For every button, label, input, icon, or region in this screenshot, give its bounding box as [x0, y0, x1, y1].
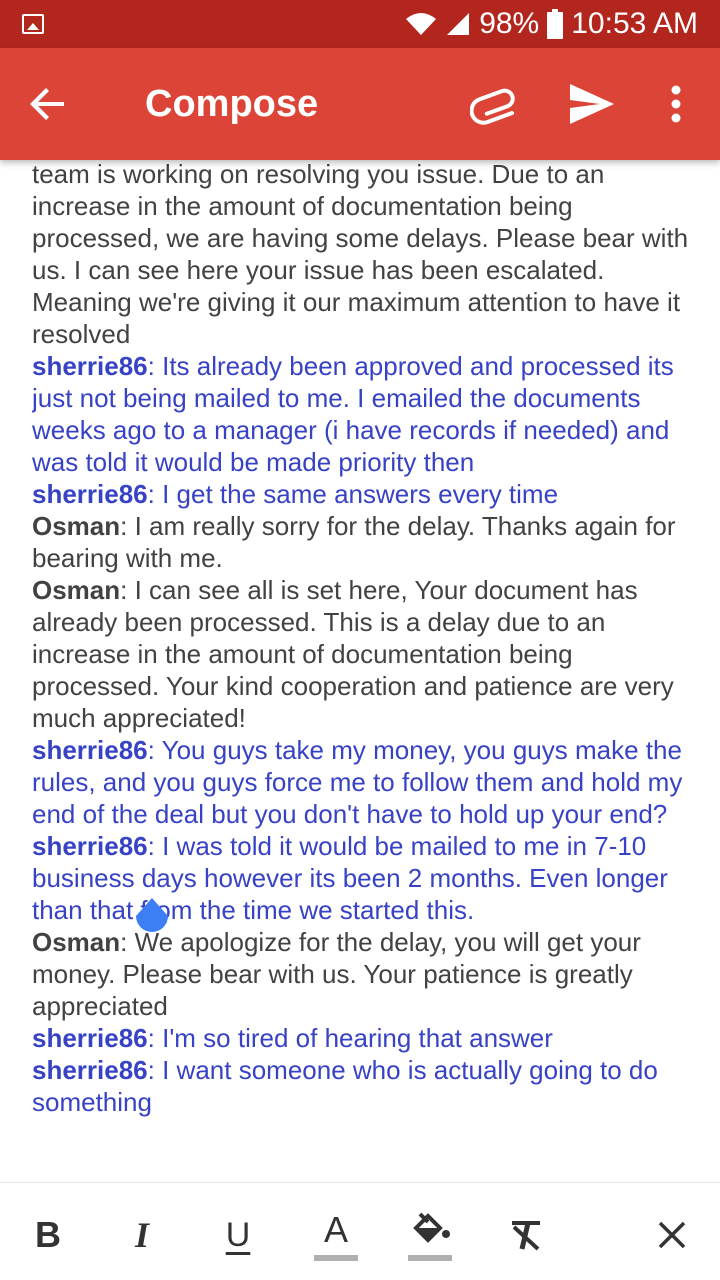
- close-icon: [658, 1221, 686, 1249]
- send-icon[interactable]: [566, 78, 618, 130]
- fill-color-icon: [413, 1212, 450, 1243]
- underline-icon: U: [225, 1215, 251, 1254]
- underline-button[interactable]: U: [218, 1207, 258, 1263]
- message-line: team is working on resolving you issue. …: [32, 159, 689, 349]
- status-bar-right: 98% 10:53 AM: [405, 0, 698, 48]
- italic-icon: I: [134, 1215, 149, 1255]
- clock: 10:53 AM: [571, 7, 698, 40]
- text-cursor-handle[interactable]: [132, 896, 172, 944]
- message-line: Osman: I am really sorry for the delay. …: [32, 511, 676, 573]
- image-notification-icon: [22, 14, 44, 34]
- back-arrow-icon[interactable]: [24, 80, 72, 128]
- text-color-button[interactable]: A: [310, 1207, 362, 1263]
- message-line: sherrie86: I'm so tired of hearing that …: [32, 1023, 553, 1053]
- app-bar: Compose: [0, 48, 720, 160]
- bold-icon: B: [35, 1214, 61, 1255]
- text-color-icon: A: [323, 1209, 348, 1250]
- wifi-icon: [406, 13, 437, 35]
- more-vert-icon[interactable]: [660, 78, 692, 130]
- bold-button[interactable]: B: [28, 1207, 68, 1263]
- format-toolbar: B I U A: [0, 1182, 720, 1280]
- battery-percent: 98%: [479, 7, 540, 40]
- message-line: sherrie86: Its already been approved and…: [32, 351, 674, 477]
- clear-format-icon: [512, 1221, 540, 1251]
- italic-button[interactable]: I: [122, 1207, 162, 1263]
- page-title: Compose: [145, 83, 319, 125]
- fill-color-swatch: [408, 1255, 452, 1261]
- fill-color-button[interactable]: [404, 1207, 456, 1263]
- battery-icon: [547, 9, 564, 39]
- message-body[interactable]: team is working on resolving you issue. …: [32, 158, 702, 1182]
- close-format-button[interactable]: [654, 1207, 690, 1263]
- clear-format-button[interactable]: [506, 1207, 546, 1263]
- attach-icon[interactable]: [470, 80, 522, 128]
- message-line: sherrie86: I want someone who is actuall…: [32, 1055, 658, 1117]
- message-line: sherrie86: You guys take my money, you g…: [32, 735, 683, 829]
- status-bar: 98% 10:53 AM: [0, 0, 720, 48]
- signal-icon: [447, 13, 470, 35]
- text-color-swatch: [314, 1255, 358, 1261]
- message-line: sherrie86: I get the same answers every …: [32, 479, 559, 509]
- message-line: Osman: I can see all is set here, Your d…: [32, 575, 674, 733]
